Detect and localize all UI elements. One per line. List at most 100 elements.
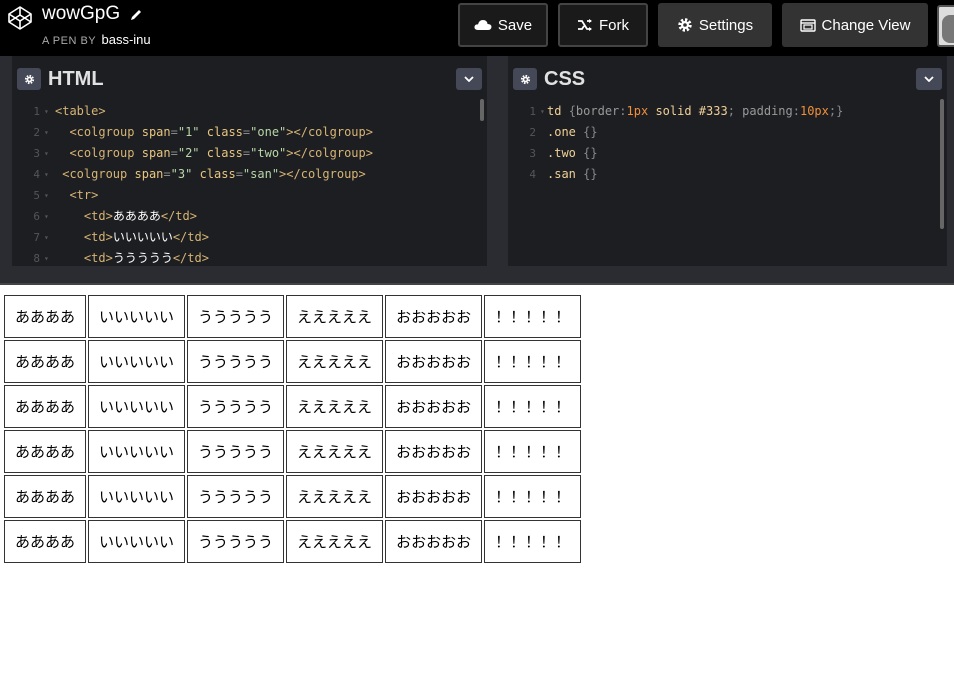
css-panel-menu-button[interactable] <box>916 68 942 90</box>
fold-arrow-icon[interactable]: ▾ <box>44 206 49 227</box>
save-button[interactable]: Save <box>458 3 548 47</box>
line-number: 3 <box>33 147 40 160</box>
code-line[interactable]: 4 .san {} <box>508 164 947 185</box>
code-text: <td>いいいいい</td> <box>83 230 209 244</box>
table-cell: ！！！！！ <box>484 430 582 473</box>
table-row: ああああ いいいいい ううううう えええええ おおおおお！！！！！ <box>4 385 582 428</box>
table-row: ああああ いいいいい ううううう えええええ おおおおお！！！！！ <box>4 520 582 563</box>
user-avatar[interactable] <box>937 5 954 47</box>
byline-prefix: A PEN BY <box>42 35 96 47</box>
table-cell: えええええ <box>286 430 384 473</box>
line-number: 2 <box>33 126 40 139</box>
editor-resize-handle[interactable] <box>487 56 508 283</box>
fork-icon <box>578 19 592 31</box>
code-text: <colgroup span="2" class="two"></colgrou… <box>69 146 373 160</box>
result-preview: ああああ いいいいい ううううう えええええ おおおおお！！！！！ ああああ いいいいい うう… <box>0 283 954 684</box>
line-number: 1 <box>529 105 536 118</box>
pencil-edit-icon[interactable] <box>129 8 143 22</box>
pen-byline: A PEN BY bass-inu <box>42 32 151 47</box>
code-text: <td>ううううう</td> <box>83 251 209 265</box>
code-line[interactable]: 4 ▾ <colgroup span="3" class="san"></colg… <box>12 164 487 185</box>
change-view-button[interactable]: Change View <box>782 3 928 47</box>
gear-icon <box>520 74 530 84</box>
code-line[interactable]: 6 ▾ <td>ああああ</td> <box>12 206 487 227</box>
code-line[interactable]: 2 ▾ <colgroup span="1" class="one"></colg… <box>12 122 487 143</box>
settings-button[interactable]: Settings <box>658 3 772 47</box>
fork-label: Fork <box>599 16 629 34</box>
gear-icon <box>24 74 34 84</box>
table-cell: いいいいい <box>88 520 186 563</box>
change-view-label: Change View <box>821 16 911 34</box>
code-line[interactable]: 3 .two {} <box>508 143 947 164</box>
css-editor-scrollbar[interactable] <box>940 99 944 229</box>
table-cell: ううううう <box>187 520 285 563</box>
layout-icon <box>799 18 816 32</box>
table-row: ああああ いいいいい ううううう えええええ おおおおお！！！！！ <box>4 340 582 383</box>
table-cell: ああああ <box>4 475 87 518</box>
table-cell: ああああ <box>4 340 87 383</box>
chevron-down-icon <box>924 76 934 82</box>
table-cell: ああああ <box>4 520 87 563</box>
code-text: <colgroup span="1" class="one"></colgrou… <box>69 125 373 139</box>
table-cell: ！！！！！ <box>484 295 582 338</box>
code-line[interactable]: 1 ▾ <table> <box>12 101 487 122</box>
table-cell: ううううう <box>187 340 285 383</box>
save-label: Save <box>497 16 533 34</box>
line-number: 1 <box>33 105 40 118</box>
line-number: 7 <box>33 231 40 244</box>
table-cell: おおおおお <box>385 295 483 338</box>
line-number: 4 <box>33 168 40 181</box>
fold-arrow-icon[interactable]: ▾ <box>44 227 49 248</box>
html-settings-button[interactable] <box>17 68 41 90</box>
fold-arrow-icon[interactable]: ▾ <box>44 185 49 206</box>
table-cell: えええええ <box>286 520 384 563</box>
js-panel-collapsed[interactable] <box>947 56 954 283</box>
table-cell: おおおおお <box>385 340 483 383</box>
html-code-editor[interactable]: 1 ▾ <table> 2 ▾ <colgroup span="1" class="on… <box>12 98 487 266</box>
table-cell: ああああ <box>4 385 87 428</box>
editor-area: HTML 1 ▾ <table> 2 ▾ <colgroup span="1" clas… <box>0 56 954 283</box>
table-cell: ううううう <box>187 475 285 518</box>
fold-arrow-icon[interactable]: ▾ <box>44 101 49 122</box>
code-text: .san {} <box>547 167 598 181</box>
table-cell: ううううう <box>187 385 285 428</box>
author-link[interactable]: bass-inu <box>102 32 151 47</box>
pen-title[interactable]: wowGpG <box>42 3 120 25</box>
css-settings-button[interactable] <box>513 68 537 90</box>
table-cell: おおおおお <box>385 475 483 518</box>
html-editor-scrollbar[interactable] <box>480 99 484 121</box>
code-text: <table> <box>55 104 106 118</box>
code-line[interactable]: 3 ▾ <colgroup span="2" class="two"></colg… <box>12 143 487 164</box>
table-cell: ！！！！！ <box>484 385 582 428</box>
code-line[interactable]: 2 .one {} <box>508 122 947 143</box>
html-panel-menu-button[interactable] <box>456 68 482 90</box>
code-line[interactable]: 5 ▾ <tr> <box>12 185 487 206</box>
table-cell: えええええ <box>286 295 384 338</box>
editor-bottom-bar[interactable] <box>0 266 954 283</box>
fold-arrow-icon[interactable]: ▾ <box>44 164 49 185</box>
table-cell: ああああ <box>4 295 87 338</box>
fold-arrow-icon[interactable]: ▾ <box>44 248 49 266</box>
code-text: <td>ああああ</td> <box>83 209 197 223</box>
table-cell: ううううう <box>187 430 285 473</box>
line-number: 5 <box>33 189 40 202</box>
settings-label: Settings <box>698 16 754 34</box>
fork-button[interactable]: Fork <box>558 3 648 47</box>
fold-arrow-icon[interactable]: ▾ <box>540 101 545 122</box>
code-line[interactable]: 8 ▾ <td>ううううう</td> <box>12 248 487 266</box>
fold-arrow-icon[interactable]: ▾ <box>44 122 49 143</box>
css-panel-header: CSS <box>508 65 947 97</box>
fold-arrow-icon[interactable]: ▾ <box>44 143 49 164</box>
code-line[interactable]: 1 ▾ td {border:1px solid #333; padding:10p… <box>508 101 947 122</box>
code-line[interactable]: 7 ▾ <td>いいいいい</td> <box>12 227 487 248</box>
table-cell: おおおおお <box>385 385 483 428</box>
table-cell: いいいいい <box>88 295 186 338</box>
table-cell: えええええ <box>286 385 384 428</box>
table-cell: いいいいい <box>88 430 186 473</box>
line-number: 2 <box>529 126 536 139</box>
table-cell: えええええ <box>286 475 384 518</box>
table-cell: ！！！！！ <box>484 520 582 563</box>
code-text: td {border:1px solid #333; padding:10px;… <box>547 104 844 118</box>
codepen-logo-icon[interactable] <box>7 5 33 31</box>
css-code-editor[interactable]: 1 ▾ td {border:1px solid #333; padding:10p… <box>508 98 947 266</box>
